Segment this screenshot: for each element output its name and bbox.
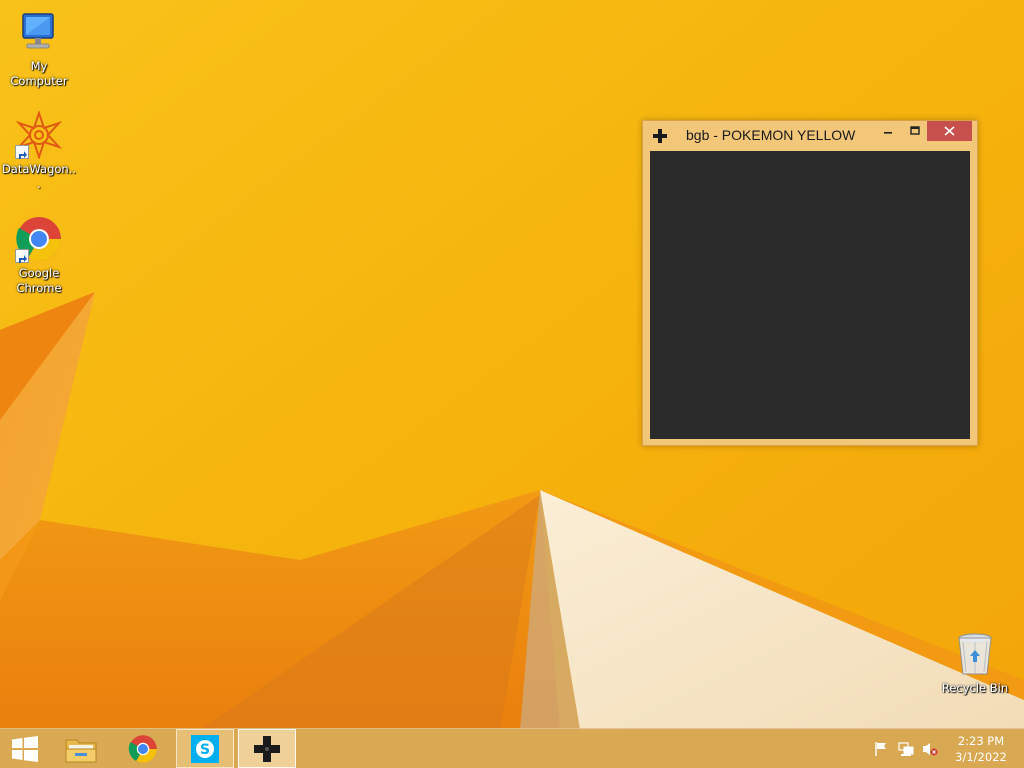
emulator-screen[interactable] — [650, 151, 970, 439]
network-icon[interactable] — [898, 741, 914, 757]
skype-icon: S — [191, 734, 219, 763]
system-clock[interactable]: 2:23 PM 3/1/2022 — [946, 733, 1016, 765]
desktop-icon-label: My Computer — [10, 59, 68, 88]
desktop-icon-google-chrome[interactable]: Google Chrome — [1, 215, 77, 296]
clock-date: 3/1/2022 — [955, 750, 1007, 764]
bgb-window[interactable]: bgb - POKEMON YELLOW — [642, 120, 978, 446]
maximize-button[interactable] — [902, 121, 928, 141]
minimize-button[interactable] — [875, 121, 901, 141]
windows-logo-icon — [12, 735, 38, 762]
taskbar: S 2:23 PM 3/1/2022 — [0, 728, 1024, 768]
taskbar-google-chrome[interactable] — [114, 729, 172, 768]
close-icon — [944, 126, 955, 136]
desktop: My Computer DataWagon... Google Chrome b… — [0, 0, 1024, 768]
desktop-icon-datawagon[interactable]: DataWagon... — [1, 109, 77, 192]
desktop-icon-label: DataWagon... — [1, 162, 77, 191]
desktop-icon-label: Google Chrome — [16, 266, 62, 295]
recycle-bin-icon — [951, 630, 999, 678]
taskbar-file-explorer[interactable] — [52, 729, 110, 768]
start-button[interactable] — [0, 729, 50, 768]
taskbar-bgb[interactable] — [238, 729, 296, 768]
datawagon-icon — [15, 109, 63, 161]
window-title: bgb - POKEMON YELLOW — [686, 127, 856, 143]
taskbar-skype[interactable]: S — [176, 729, 234, 768]
chrome-icon — [15, 215, 63, 263]
desktop-icon-recycle-bin[interactable]: Recycle Bin — [937, 630, 1013, 696]
chrome-icon — [128, 734, 157, 763]
svg-text:S: S — [200, 742, 210, 758]
clock-time: 2:23 PM — [957, 734, 1005, 748]
computer-icon — [15, 8, 63, 56]
volume-muted-icon[interactable] — [922, 741, 938, 757]
dpad-icon[interactable] — [653, 128, 667, 143]
close-button[interactable] — [927, 121, 972, 141]
window-titlebar[interactable]: bgb - POKEMON YELLOW — [643, 121, 977, 149]
folder-icon — [65, 739, 97, 762]
dpad-icon — [254, 735, 280, 762]
shortcut-arrow-icon — [15, 145, 29, 159]
shortcut-arrow-icon — [15, 249, 29, 263]
desktop-icon-my-computer[interactable]: My Computer — [1, 8, 77, 89]
desktop-icon-label: Recycle Bin — [941, 681, 1009, 695]
flag-icon[interactable] — [873, 741, 889, 757]
